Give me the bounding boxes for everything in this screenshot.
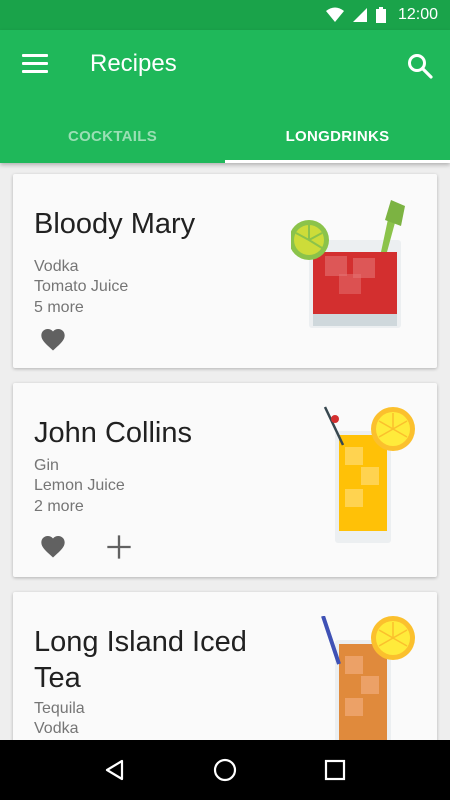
recipe-card-long-island[interactable]: Long Island Iced Tea Tequila Vodka	[13, 592, 437, 740]
back-button[interactable]	[101, 756, 129, 784]
ingredient: Vodka	[34, 258, 79, 275]
recipe-title: Bloody Mary	[34, 208, 196, 240]
more-ingredients: 2 more	[34, 498, 84, 515]
search-button[interactable]	[406, 52, 434, 80]
menu-button[interactable]	[22, 54, 48, 76]
recipe-list[interactable]: Bloody Mary Vodka Tomato Juice 5 more Jo…	[0, 163, 450, 740]
battery-icon	[375, 7, 386, 23]
status-bar: 12:00	[0, 0, 450, 30]
recipe-card-john-collins[interactable]: John Collins Gin Lemon Juice 2 more	[13, 383, 437, 577]
bloody-mary-image	[291, 200, 405, 328]
system-nav-bar	[0, 740, 450, 800]
app-bar: Recipes COCKTAILS LONGDRINKS	[0, 30, 450, 163]
long-island-iced-tea-image	[321, 616, 415, 740]
back-triangle-icon	[105, 759, 124, 781]
tab-longdrinks[interactable]: LONGDRINKS	[225, 110, 450, 163]
recipe-card-bloody-mary[interactable]: Bloody Mary Vodka Tomato Juice 5 more	[13, 174, 437, 368]
more-ingredients: 5 more	[34, 299, 84, 316]
search-icon	[408, 54, 433, 79]
page-title: Recipes	[90, 50, 177, 77]
john-collins-image	[323, 406, 415, 543]
add-plus-icon[interactable]	[105, 533, 133, 561]
tab-bar: COCKTAILS LONGDRINKS	[0, 110, 450, 163]
menu-icon	[22, 54, 48, 57]
home-button[interactable]	[211, 756, 239, 784]
ingredient: Vodka	[34, 720, 79, 737]
home-circle-icon	[213, 758, 237, 782]
recents-square-icon	[324, 759, 346, 781]
favorite-heart-icon[interactable]	[39, 533, 67, 561]
ingredient: Gin	[34, 457, 59, 474]
ingredient: Tequila	[34, 700, 85, 717]
recents-button[interactable]	[321, 756, 349, 784]
status-time: 12:00	[397, 6, 438, 23]
ingredient: Tomato Juice	[34, 278, 129, 295]
favorite-heart-icon[interactable]	[39, 326, 67, 354]
ingredient: Lemon Juice	[34, 477, 125, 494]
tab-cocktails[interactable]: COCKTAILS	[0, 110, 225, 163]
recipe-title: John Collins	[34, 417, 192, 449]
recipe-title: Long Island Iced Tea	[34, 626, 247, 694]
signal-icon	[352, 8, 367, 22]
wifi-icon	[325, 7, 344, 22]
